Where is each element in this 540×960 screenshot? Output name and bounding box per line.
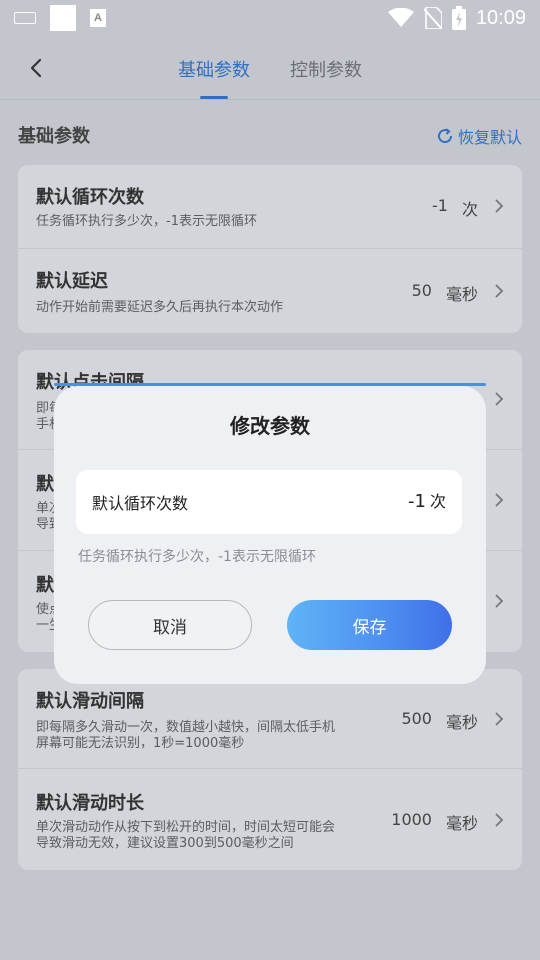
dialog-title: 修改参数: [230, 414, 310, 438]
row-title: 默认循环次数: [36, 187, 144, 208]
row-value: -1: [432, 196, 448, 215]
row-unit: 次: [461, 200, 478, 219]
row-title: 默认滑动间隔: [36, 691, 144, 712]
restore-default-label: 恢复默认: [457, 128, 522, 147]
chevron-right-icon: [495, 712, 504, 726]
row-desc-line2: 导致滑动无效，建议设置300到500毫秒之间: [36, 836, 294, 851]
chevron-right-icon: [495, 284, 504, 298]
chevron-right-icon: [495, 813, 504, 827]
row-unit: 毫秒: [445, 814, 478, 833]
field-unit: 次: [429, 492, 446, 511]
row-desc-line2: 屏幕可能无法识别，1秒=1000毫秒: [36, 736, 245, 751]
row-value-group: 500 毫秒: [401, 709, 478, 733]
font-icon: A: [90, 9, 106, 27]
field-label: 默认循环次数: [92, 494, 189, 513]
param-row-delay[interactable]: 默认延迟 动作开始前需要延迟多久后再执行本次动作 50 毫秒: [18, 249, 522, 333]
row-desc: 任务循环执行多少次，-1表示无限循环: [36, 214, 257, 229]
row-value: 50: [411, 281, 432, 300]
params-card-1: 默认循环次数 任务循环执行多少次，-1表示无限循环 -1 次 默认延迟 动作开始…: [18, 165, 522, 333]
clock: 10:09: [475, 6, 526, 29]
param-value-field[interactable]: 默认循环次数 -1 次: [76, 470, 462, 534]
notification-icon: [50, 5, 76, 31]
cancel-button[interactable]: 取消: [88, 600, 252, 650]
row-value-group: 50 毫秒: [412, 281, 478, 305]
row-desc-line1: 单次滑动动作从按下到松开的时间，时间太短可能会: [36, 820, 336, 835]
refresh-icon: [438, 128, 452, 144]
param-row-swipe-interval[interactable]: 默认滑动间隔 即每隔多久滑动一次，数值越小越快，间隔太低手机 屏幕可能无法识别，…: [18, 669, 522, 769]
row-title: 默认延迟: [36, 271, 108, 292]
restore-default-button[interactable]: 恢复默认: [436, 124, 522, 148]
top-nav: 基础参数 控制参数: [0, 36, 540, 100]
chevron-right-icon: [495, 199, 504, 213]
field-value-group[interactable]: -1 次: [408, 488, 446, 512]
row-title: 默认滑动时长: [36, 793, 144, 814]
wifi-icon: [387, 8, 414, 27]
row-value-group: -1 次: [432, 196, 478, 220]
chevron-right-icon: [495, 594, 504, 608]
battery-icon: [451, 6, 466, 30]
status-bar: A 10:09: [0, 0, 540, 36]
row-value: 1000: [391, 810, 432, 829]
tab-indicator: [200, 96, 228, 99]
row-unit: 毫秒: [445, 713, 478, 732]
chevron-right-icon: [495, 392, 504, 406]
field-value[interactable]: -1: [408, 491, 426, 512]
edit-param-dialog: 修改参数 默认循环次数 -1 次 任务循环执行多少次，-1表示无限循环 取消 保…: [54, 386, 486, 684]
chevron-left-icon: [30, 58, 42, 78]
chevron-right-icon: [495, 493, 504, 507]
dialog-description: 任务循环执行多少次，-1表示无限循环: [78, 549, 316, 565]
row-desc-line1: 即每隔多久滑动一次，数值越小越快，间隔太低手机: [36, 720, 336, 735]
row-value: 500: [401, 709, 432, 728]
row-value-group: 1000 毫秒: [391, 810, 478, 834]
row-desc: 动作开始前需要延迟多久后再执行本次动作: [36, 300, 284, 315]
tab-control-params[interactable]: 控制参数: [290, 56, 362, 82]
param-row-swipe-duration[interactable]: 默认滑动时长 单次滑动动作从按下到松开的时间，时间太短可能会 导致滑动无效，建议…: [18, 769, 522, 870]
params-card-3: 默认滑动间隔 即每隔多久滑动一次，数值越小越快，间隔太低手机 屏幕可能无法识别，…: [18, 669, 522, 870]
section-title: 基础参数: [18, 126, 90, 147]
param-row-loop-count[interactable]: 默认循环次数 任务循环执行多少次，-1表示无限循环 -1 次: [18, 165, 522, 249]
row-unit: 毫秒: [445, 285, 478, 304]
back-button[interactable]: [22, 54, 50, 82]
save-button[interactable]: 保存: [287, 600, 452, 650]
tab-basic-params[interactable]: 基础参数: [178, 56, 250, 82]
keyboard-icon: [14, 12, 36, 24]
no-sim-icon: [423, 7, 442, 29]
